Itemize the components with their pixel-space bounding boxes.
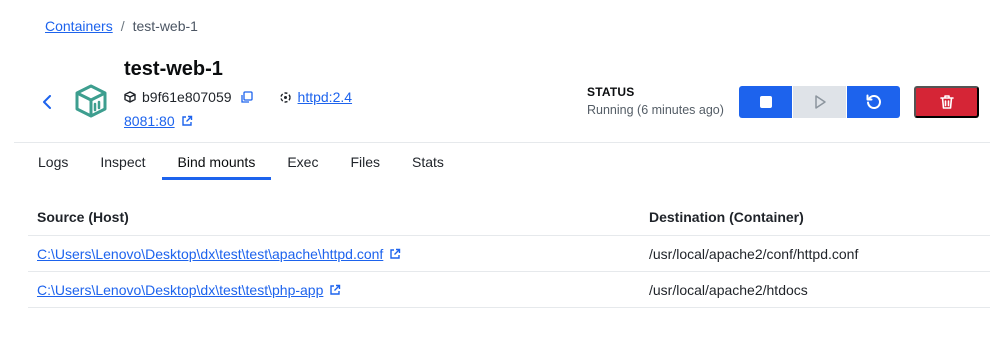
container-title: test-web-1	[124, 58, 223, 80]
container-id: b9f61e807059	[142, 89, 232, 105]
container-actions	[739, 86, 900, 118]
image-link[interactable]: httpd:2.4	[298, 89, 353, 105]
bind-mounts-table: Source (Host) Destination (Container) C:…	[28, 198, 990, 308]
chevron-left-icon	[43, 95, 51, 109]
external-link-icon[interactable]	[329, 284, 341, 296]
start-button[interactable]	[793, 86, 846, 118]
trash-icon	[939, 95, 954, 109]
stop-button[interactable]	[739, 86, 792, 118]
source-cell: C:\Users\Lenovo\Desktop\dx\test\test\php…	[28, 282, 640, 298]
breadcrumb-containers-link[interactable]: Containers	[45, 18, 113, 34]
status-label: STATUS	[587, 85, 635, 99]
breadcrumb-separator: /	[120, 18, 125, 34]
status-value: Running (6 minutes ago)	[587, 103, 724, 117]
delete-button[interactable]	[914, 86, 979, 118]
header-divider	[14, 142, 990, 143]
image-layers-icon	[279, 91, 292, 104]
external-link-icon[interactable]	[389, 248, 401, 260]
tab-files[interactable]: Files	[334, 144, 396, 180]
tab-bar: Logs Inspect Bind mounts Exec Files Stat…	[22, 144, 460, 180]
copy-icon	[240, 90, 253, 103]
port-row: 8081:80	[124, 113, 193, 129]
source-path-link[interactable]: C:\Users\Lenovo\Desktop\dx\test\test\php…	[37, 282, 323, 298]
copy-id-button[interactable]	[240, 90, 253, 104]
back-button[interactable]	[36, 90, 58, 114]
play-icon	[814, 95, 826, 109]
container-meta-row: b9f61e807059 httpd:2.4	[124, 89, 352, 105]
table-row: C:\Users\Lenovo\Desktop\dx\test\test\php…	[28, 272, 990, 308]
breadcrumb: Containers / test-web-1	[45, 18, 198, 34]
source-cell: C:\Users\Lenovo\Desktop\dx\test\test\apa…	[28, 246, 640, 262]
tab-stats[interactable]: Stats	[396, 144, 460, 180]
container-box-icon	[74, 84, 108, 118]
restart-button[interactable]	[847, 86, 900, 118]
destination-cell: /usr/local/apache2/conf/httpd.conf	[649, 245, 859, 262]
table-row: C:\Users\Lenovo\Desktop\dx\test\test\apa…	[28, 236, 990, 272]
tab-logs[interactable]: Logs	[22, 144, 84, 180]
restart-icon	[866, 94, 881, 109]
column-header-source: Source (Host)	[37, 208, 129, 225]
table-header: Source (Host) Destination (Container)	[28, 198, 990, 236]
column-header-destination: Destination (Container)	[649, 208, 804, 225]
tab-bind-mounts[interactable]: Bind mounts	[161, 144, 272, 180]
external-link-icon[interactable]	[181, 115, 193, 127]
stop-icon	[759, 96, 772, 108]
source-path-link[interactable]: C:\Users\Lenovo\Desktop\dx\test\test\apa…	[37, 246, 383, 262]
tab-inspect[interactable]: Inspect	[84, 144, 161, 180]
breadcrumb-current: test-web-1	[132, 18, 198, 34]
port-link[interactable]: 8081:80	[124, 113, 175, 129]
cube-icon	[124, 91, 136, 103]
status-block: STATUS Running (6 minutes ago)	[587, 85, 724, 117]
destination-cell: /usr/local/apache2/htdocs	[649, 281, 808, 298]
tab-exec[interactable]: Exec	[271, 144, 334, 180]
